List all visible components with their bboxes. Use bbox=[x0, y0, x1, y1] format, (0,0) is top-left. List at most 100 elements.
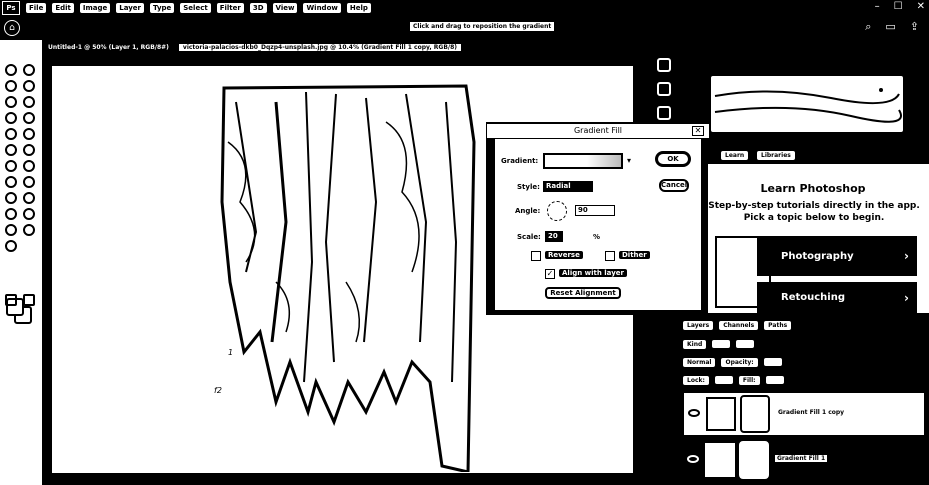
kind-filter[interactable]: Kind bbox=[683, 339, 707, 349]
reverse-checkbox[interactable] bbox=[531, 251, 541, 261]
adjustments-panel-icon[interactable] bbox=[657, 106, 671, 120]
tab-paths[interactable]: Paths bbox=[764, 320, 792, 330]
tab-libraries[interactable]: Libraries bbox=[757, 151, 795, 160]
learn-card-photography[interactable]: Photography › bbox=[757, 236, 917, 276]
minimize-button[interactable]: – bbox=[875, 1, 880, 12]
history-brush-tool-icon[interactable] bbox=[23, 144, 35, 156]
shape-tool-icon[interactable] bbox=[23, 208, 35, 220]
layer-row-gradient-fill-1-copy[interactable]: Gradient Fill 1 copy bbox=[683, 392, 925, 436]
path-select-tool-icon[interactable] bbox=[5, 208, 17, 220]
share-icon[interactable]: ⇪ bbox=[910, 20, 919, 34]
learn-card-retouching-label: Retouching bbox=[781, 292, 846, 303]
menu-edit[interactable]: Edit bbox=[52, 3, 74, 13]
lasso-tool-icon[interactable] bbox=[23, 80, 35, 92]
gradient-presets-strip[interactable] bbox=[709, 74, 905, 134]
layer-row-gradient-fill-1[interactable]: Gradient Fill 1 bbox=[683, 439, 925, 483]
search-icon[interactable]: ⌕ bbox=[865, 20, 871, 34]
layer-mask-thumbnail[interactable] bbox=[739, 441, 769, 479]
angle-dial[interactable] bbox=[547, 201, 567, 221]
opacity-label: Opacity: bbox=[721, 357, 758, 367]
menu-view[interactable]: View bbox=[272, 3, 298, 13]
tab-channels[interactable]: Channels bbox=[719, 320, 759, 330]
reset-alignment-button[interactable]: Reset Alignment bbox=[545, 287, 621, 299]
visibility-eye-icon[interactable] bbox=[688, 409, 700, 417]
close-icon[interactable]: ✕ bbox=[692, 126, 704, 136]
ok-button[interactable]: OK bbox=[655, 151, 691, 167]
eyedropper-tool-icon[interactable] bbox=[23, 112, 35, 124]
home-icon[interactable]: ⌂ bbox=[4, 20, 20, 36]
menu-image[interactable]: Image bbox=[79, 3, 111, 13]
type-tool-icon[interactable] bbox=[23, 192, 35, 204]
learn-card-photography-label: Photography bbox=[781, 250, 854, 262]
learn-card-retouching[interactable]: Retouching › bbox=[757, 282, 917, 313]
gradient-tool-icon[interactable] bbox=[23, 160, 35, 172]
move-tool-icon[interactable] bbox=[5, 64, 17, 76]
menu-layer[interactable]: Layer bbox=[116, 3, 144, 13]
menu-window[interactable]: Window bbox=[303, 3, 341, 13]
chevron-down-icon[interactable]: ▾ bbox=[627, 156, 635, 166]
healing-brush-tool-icon[interactable] bbox=[5, 128, 17, 140]
tools-panel bbox=[0, 40, 44, 485]
options-bar: ⌂ Click and drag to reposition the gradi… bbox=[0, 16, 929, 40]
gradient-preview-swatch[interactable] bbox=[543, 153, 623, 169]
chevron-right-icon: › bbox=[904, 249, 909, 263]
gradient-presets-graphic bbox=[714, 88, 902, 123]
align-with-layer-checkbox[interactable]: ✓ bbox=[545, 269, 555, 279]
screen-mode-icon[interactable] bbox=[23, 294, 35, 306]
quick-select-tool-icon[interactable] bbox=[5, 96, 17, 108]
blur-tool-icon[interactable] bbox=[5, 176, 17, 188]
marquee-tool-icon[interactable] bbox=[5, 80, 17, 92]
dodge-tool-icon[interactable] bbox=[23, 176, 35, 188]
menu-type[interactable]: Type bbox=[150, 3, 175, 13]
lock-icon[interactable] bbox=[714, 376, 733, 384]
scale-label: Scale: bbox=[517, 233, 541, 241]
filter-chip[interactable] bbox=[736, 340, 755, 348]
tab-untitled[interactable]: Untitled-1 @ 50% (Layer 1, RGB/8#) bbox=[44, 44, 173, 51]
learn-title: Learn Photoshop bbox=[760, 182, 866, 195]
frame-tool-icon[interactable] bbox=[5, 112, 17, 124]
menu-3d[interactable]: 3D bbox=[249, 3, 267, 13]
brush-tool-icon[interactable] bbox=[23, 128, 35, 140]
dither-checkbox[interactable] bbox=[605, 251, 615, 261]
edit-toolbar-icon[interactable] bbox=[5, 240, 17, 252]
workspace-icon[interactable]: ▭ bbox=[885, 20, 895, 34]
blend-mode-select[interactable]: Normal bbox=[683, 357, 716, 367]
opacity-field[interactable] bbox=[763, 358, 782, 366]
learn-panel-tabs: Learn Libraries bbox=[697, 148, 929, 164]
photoshop-logo: Ps bbox=[2, 1, 20, 15]
crop-tool-icon[interactable] bbox=[23, 96, 35, 108]
hand-tool-icon[interactable] bbox=[5, 224, 17, 236]
scale-input[interactable]: 20 bbox=[545, 231, 563, 242]
menu-file[interactable]: File bbox=[26, 3, 47, 13]
tab-victoria-palacios[interactable]: victoria-palacios-dkb0_Dqzp4-unsplash.jp… bbox=[178, 43, 462, 51]
style-select[interactable]: Radial bbox=[543, 181, 593, 192]
angle-input[interactable]: 90 bbox=[575, 205, 615, 216]
color-panel-icon[interactable] bbox=[657, 58, 671, 72]
align-with-layer-label: Align with layer bbox=[559, 269, 627, 277]
angle-label: Angle: bbox=[515, 207, 541, 215]
cave-photo bbox=[220, 84, 476, 472]
layer-name[interactable]: Gradient Fill 1 copy bbox=[776, 409, 847, 416]
eraser-tool-icon[interactable] bbox=[5, 160, 17, 172]
artboard-tool-icon[interactable] bbox=[23, 64, 35, 76]
cancel-button[interactable]: Cancel bbox=[659, 179, 689, 192]
options-right-icons: ⌕ ▭ ⇪ bbox=[865, 20, 919, 34]
gradient-fill-dialog: Gradient Fill ✕ Gradient: ▾ Style: Radia… bbox=[486, 122, 709, 315]
clone-stamp-tool-icon[interactable] bbox=[5, 144, 17, 156]
tab-layers[interactable]: Layers bbox=[683, 320, 714, 330]
swatches-panel-icon[interactable] bbox=[657, 82, 671, 96]
fill-field[interactable] bbox=[765, 376, 784, 384]
close-window-button[interactable]: ✕ bbox=[917, 1, 925, 12]
menu-filter[interactable]: Filter bbox=[216, 3, 244, 13]
quick-mask-icon[interactable] bbox=[5, 294, 17, 306]
filter-chip[interactable] bbox=[712, 340, 731, 348]
layer-name[interactable]: Gradient Fill 1 bbox=[775, 455, 828, 462]
zoom-tool-icon[interactable] bbox=[23, 224, 35, 236]
maximize-button[interactable]: ☐ bbox=[894, 1, 903, 12]
menu-help[interactable]: Help bbox=[346, 3, 371, 13]
layer-mask-thumbnail[interactable] bbox=[740, 395, 770, 433]
tab-learn[interactable]: Learn bbox=[721, 151, 749, 160]
visibility-eye-icon[interactable] bbox=[687, 455, 699, 463]
menu-select[interactable]: Select bbox=[180, 3, 211, 13]
pen-tool-icon[interactable] bbox=[5, 192, 17, 204]
